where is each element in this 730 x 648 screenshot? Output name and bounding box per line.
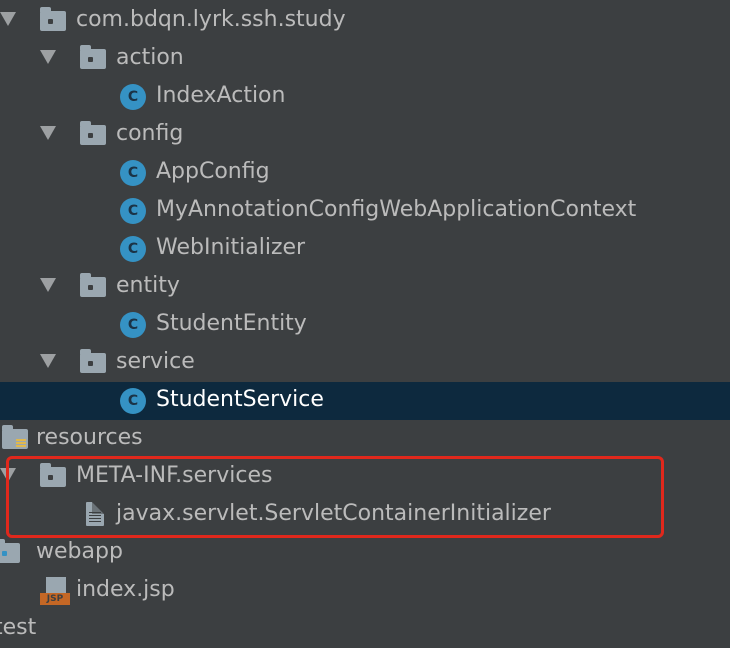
web-folder-icon (0, 539, 20, 563)
tree-item-label: IndexAction (156, 83, 286, 108)
expand-arrow-icon[interactable] (40, 126, 56, 140)
tree-item-index-jsp[interactable]: JSP index.jsp (0, 572, 730, 610)
expand-arrow-icon[interactable] (40, 354, 56, 368)
tree-item-label: entity (116, 273, 180, 298)
class-icon: C (120, 198, 146, 224)
tree-item-student-service[interactable]: C StudentService (0, 382, 730, 420)
tree-item-label: StudentService (156, 387, 324, 412)
tree-item-resources[interactable]: resources (0, 420, 730, 458)
tree-item-entity[interactable]: entity (0, 268, 730, 306)
tree-item-label: test (0, 615, 37, 640)
tree-item-label: com.bdqn.lyrk.ssh.study (76, 7, 346, 32)
jsp-badge: JSP (40, 593, 70, 605)
tree-item-label: action (116, 45, 184, 70)
tree-item-student-entity[interactable]: C StudentEntity (0, 306, 730, 344)
package-folder-icon (80, 273, 106, 297)
expand-arrow-icon[interactable] (40, 50, 56, 64)
tree-item-my-annotation[interactable]: C MyAnnotationConfigWebApplicationContex… (0, 192, 730, 230)
tree-item-label: resources (36, 425, 143, 450)
expand-arrow-icon[interactable] (0, 12, 16, 26)
tree-item-web-initializer[interactable]: C WebInitializer (0, 230, 730, 268)
resources-folder-icon (2, 425, 28, 449)
tree-item-index-action[interactable]: C IndexAction (0, 78, 730, 116)
class-icon: C (120, 160, 146, 186)
tree-item-label: StudentEntity (156, 311, 307, 336)
class-icon: C (120, 312, 146, 338)
tree-item-webapp[interactable]: webapp (0, 534, 730, 572)
tree-item-config[interactable]: config (0, 116, 730, 154)
tree-item-label: AppConfig (156, 159, 270, 184)
tree-item-label: WebInitializer (156, 235, 306, 260)
class-icon: C (120, 388, 146, 414)
tree-item-service[interactable]: service (0, 344, 730, 382)
tree-item-label: index.jsp (76, 577, 175, 602)
tree-item-package[interactable]: com.bdqn.lyrk.ssh.study (0, 2, 730, 40)
tree-item-test[interactable]: test (0, 610, 730, 648)
tree-item-label: MyAnnotationConfigWebApplicationContext (156, 197, 637, 222)
package-folder-icon (80, 45, 106, 69)
annotation-highlight-box (6, 456, 664, 538)
tree-item-action[interactable]: action (0, 40, 730, 78)
tree-item-app-config[interactable]: C AppConfig (0, 154, 730, 192)
package-folder-icon (80, 349, 106, 373)
jsp-file-icon: JSP (40, 577, 70, 605)
package-folder-icon (80, 121, 106, 145)
class-icon: C (120, 236, 146, 262)
package-folder-icon (40, 7, 66, 31)
expand-arrow-icon[interactable] (40, 278, 56, 292)
tree-item-label: config (116, 121, 184, 146)
tree-item-label: webapp (36, 539, 123, 564)
class-icon: C (120, 84, 146, 110)
tree-item-label: service (116, 349, 195, 374)
